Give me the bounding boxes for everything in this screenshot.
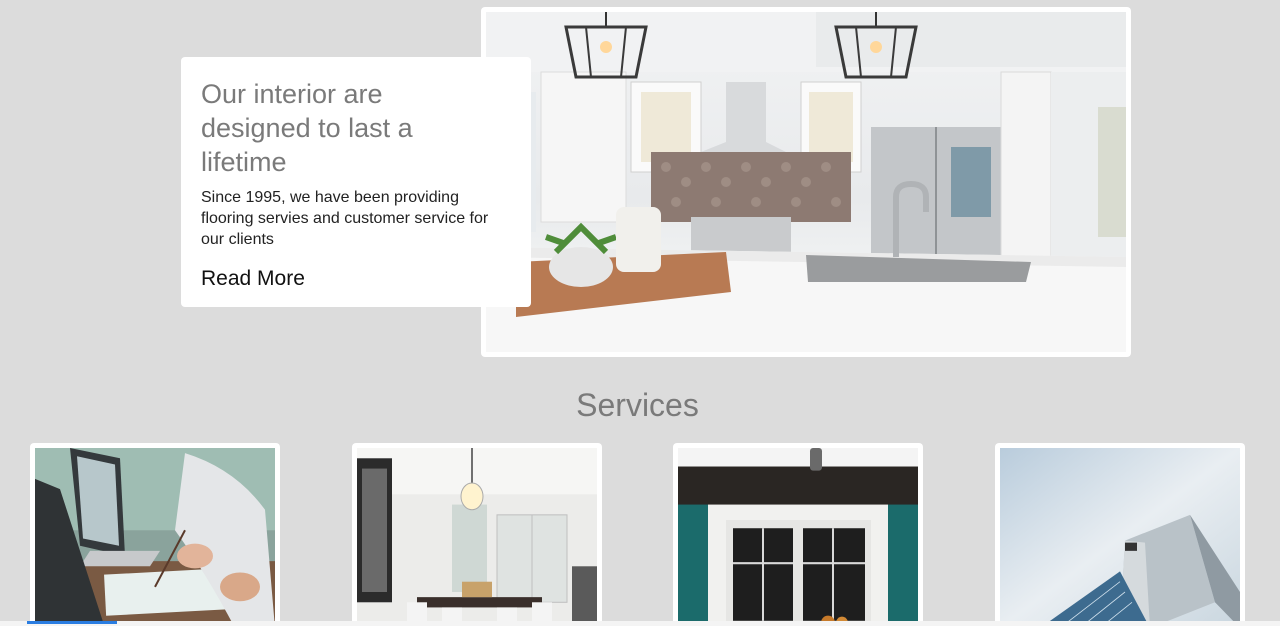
hero-card: Our interior are designed to last a life… [181, 57, 531, 307]
kitchen-image [486, 12, 1126, 352]
hero-description: Since 1995, we have been providing floor… [201, 189, 489, 248]
service-card[interactable] [673, 443, 923, 626]
service-card[interactable] [352, 443, 602, 626]
modern-building-image [1000, 448, 1240, 626]
scroll-indicator [27, 621, 117, 624]
dining-room-image [357, 448, 597, 626]
window-facade-image [678, 448, 918, 626]
kitchen-illustration [486, 12, 1126, 352]
services-heading: Services [576, 387, 699, 423]
page-bottom-edge [0, 621, 1280, 626]
office-work-image [35, 448, 275, 626]
service-card[interactable] [30, 443, 280, 626]
hero-title: Our interior are designed to last a life… [201, 79, 413, 177]
hero-image-frame [481, 7, 1131, 357]
read-more-link[interactable]: Read More [201, 266, 305, 292]
service-card[interactable] [995, 443, 1245, 626]
